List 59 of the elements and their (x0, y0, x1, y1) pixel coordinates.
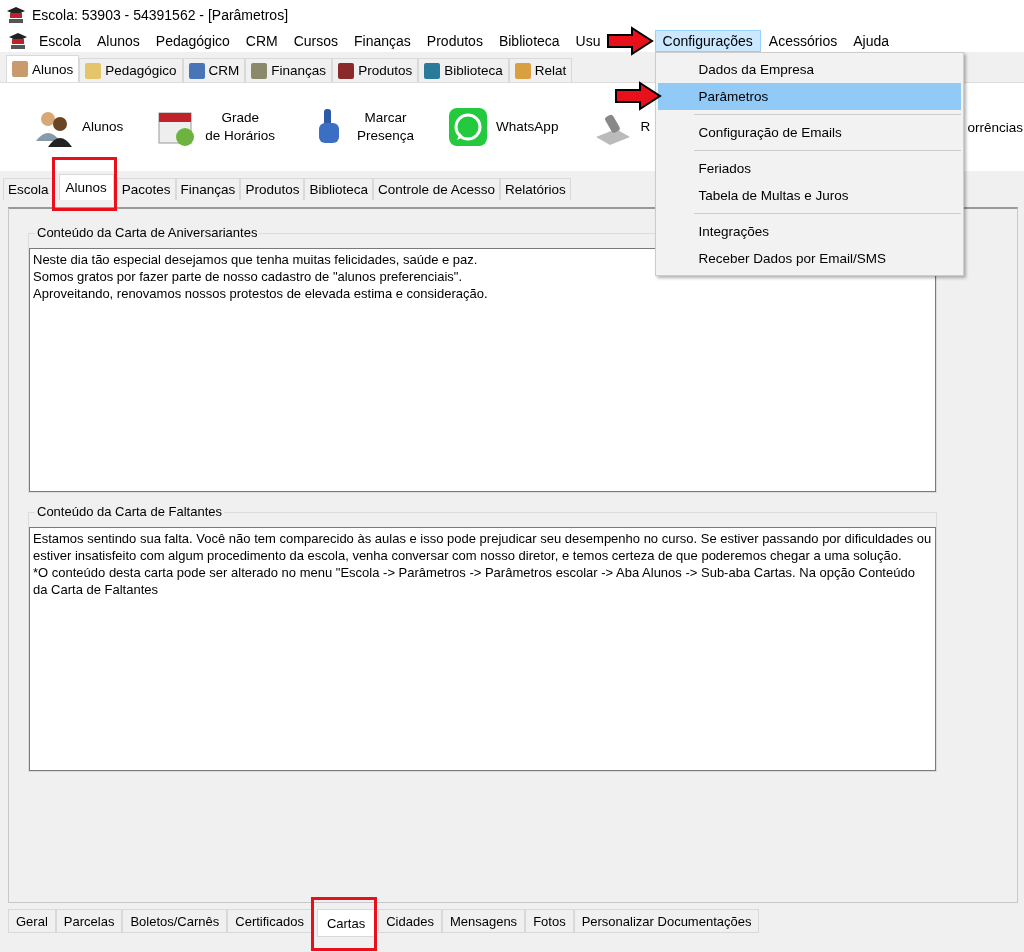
menu-entry[interactable]: Dados da Empresa (657, 56, 961, 83)
toolbar-button[interactable]: orrências (967, 119, 1023, 135)
menu-item[interactable]: Cursos (285, 30, 347, 52)
bottom-tab[interactable]: Cidades (378, 909, 442, 933)
menu-item[interactable]: Ajuda (845, 30, 898, 52)
section-tab[interactable]: Controle de Acesso (372, 178, 501, 200)
menu-item[interactable]: Finanças (346, 30, 419, 52)
menu-item[interactable]: Usu (567, 30, 609, 52)
group-title: Conteúdo da Carta de Faltantes (35, 504, 224, 519)
group-title: Conteúdo da Carta de Aniversariantes (35, 225, 260, 240)
module-tab[interactable]: Finanças (245, 58, 333, 82)
menu-entry[interactable]: Integrações (657, 218, 961, 245)
app-logo-icon (6, 6, 26, 24)
menu-item[interactable]: Alunos (89, 30, 148, 52)
menu-item[interactable]: Escola (31, 30, 90, 52)
section-tab[interactable]: Alunos (58, 174, 114, 200)
menu-item[interactable]: Biblioteca (490, 30, 568, 52)
menu-item[interactable]: Pedagógico (147, 30, 238, 52)
menu-item[interactable]: Configurações (654, 30, 761, 52)
pointer-arrow-icon (613, 81, 662, 111)
toolbar-button[interactable]: Alunos (34, 107, 124, 147)
toolbar-button[interactable]: R (592, 107, 651, 147)
menu-item[interactable]: Acessórios (760, 30, 846, 52)
bottom-tab[interactable]: Mensagens (441, 909, 526, 933)
menu-entry[interactable]: Parâmetros (657, 83, 961, 110)
module-tab[interactable]: Biblioteca (418, 58, 509, 82)
app-logo-icon (8, 32, 28, 50)
toolbar-button[interactable]: Grade de Horários (157, 107, 276, 147)
module-tab[interactable]: Alunos (6, 55, 80, 82)
toolbar-button[interactable]: WhatsApp (448, 107, 559, 147)
module-tab[interactable]: CRM (182, 58, 246, 82)
highlight-frame (310, 897, 378, 951)
pointer-arrow-icon (605, 26, 654, 56)
module-tab[interactable]: Relat (508, 58, 573, 82)
toolbar-button[interactable]: Marcar Presença (309, 107, 415, 147)
section-tab[interactable]: Escola (3, 178, 54, 200)
bottom-tab[interactable]: Personalizar Documentações (573, 909, 760, 933)
bottom-tab[interactable]: Cartas (316, 909, 376, 937)
highlight-frame (51, 157, 117, 211)
window-title: Escola: 53903 - 54391562 - [Parâmetros] (32, 7, 289, 23)
menu-entry[interactable]: Tabela de Multas e Juros (657, 182, 961, 209)
menu-item[interactable]: CRM (237, 30, 286, 52)
menu-entry[interactable]: Configuração de Emails (657, 119, 961, 146)
section-tab[interactable]: Pacotes (116, 178, 176, 200)
bottom-tab[interactable]: Fotos (525, 909, 574, 933)
section-tab[interactable]: Produtos (240, 178, 305, 200)
text-area[interactable]: Estamos sentindo sua falta. Você não tem comparecido às aulas e isso pode prejudicar seu desempenho no curso. Se estiver passando por dificuldades ou estiver insatisfeito com algum procedimento da escola, venha conversar com nosso diretor, e temos certeza de que poderemos chegar a uma solução. *O conteúdo desta carta pode ser alterado no menu "Escola -> Parâmetros -> Parâmetros escolar -> Aba Alunos -> Sub-aba Cartas. Na opção Conteúdo da Carta de Faltantes (29, 527, 936, 771)
module-tab[interactable]: Pedagógico (79, 58, 183, 82)
whatsapp-icon (448, 107, 489, 147)
section-tab[interactable]: Finanças (175, 178, 241, 200)
bottom-tab[interactable]: Geral (8, 909, 56, 933)
section-tab[interactable]: Biblioteca (304, 178, 373, 200)
bottom-tab[interactable]: Parcelas (55, 909, 123, 933)
bottom-tab[interactable]: Boletos/Carnês (122, 909, 228, 933)
menu-entry[interactable]: Feriados (657, 155, 961, 182)
module-tab[interactable]: Produtos (332, 58, 419, 82)
bottom-tab[interactable]: Certificados (227, 909, 312, 933)
menu-item[interactable]: Produtos (418, 30, 491, 52)
section-tab[interactable]: Relatórios (500, 178, 571, 200)
